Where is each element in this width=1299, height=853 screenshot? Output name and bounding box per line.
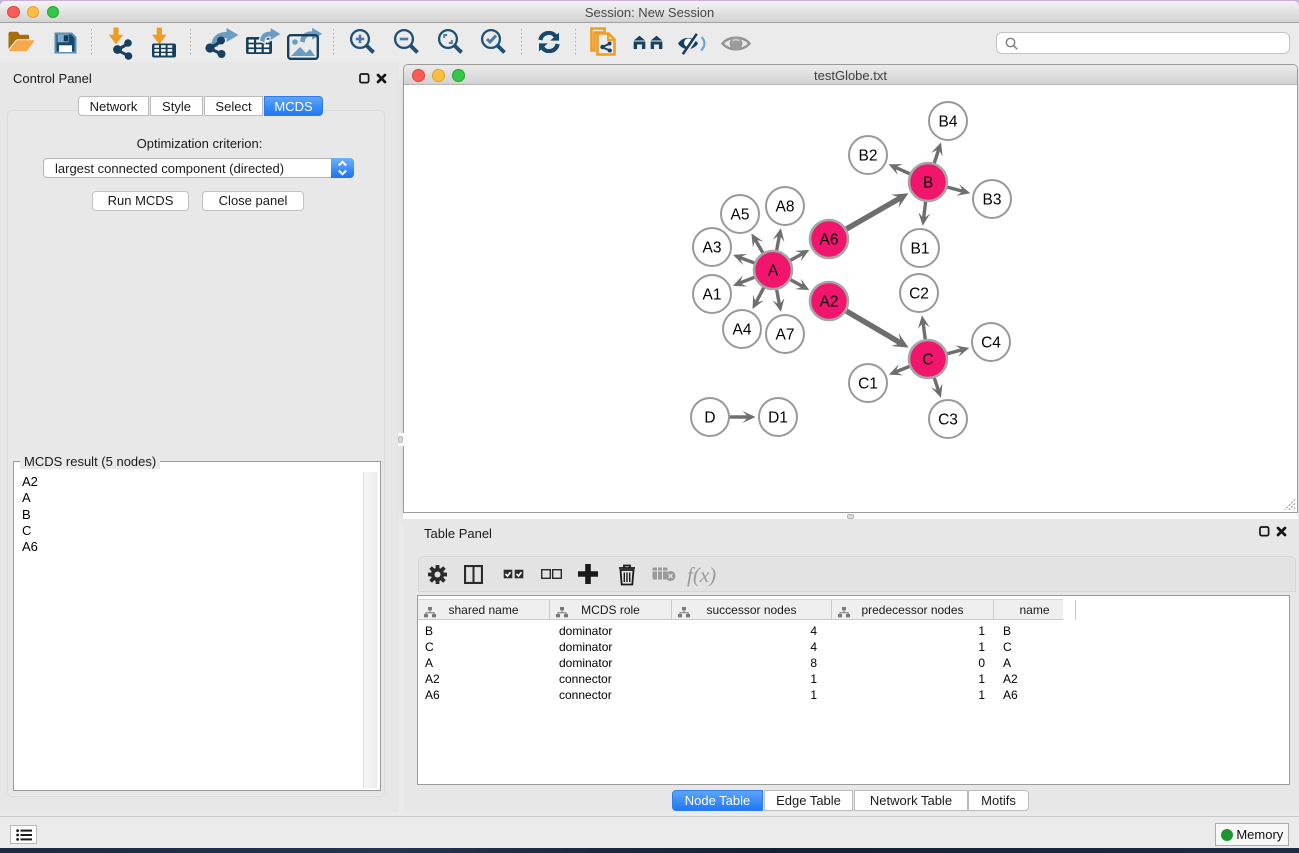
- svg-text:A2: A2: [819, 293, 838, 310]
- svg-text:A3: A3: [702, 239, 721, 256]
- svg-text:A4: A4: [732, 321, 751, 338]
- svg-text:B2: B2: [858, 147, 877, 164]
- svg-text:B3: B3: [982, 191, 1001, 208]
- svg-text:D: D: [704, 409, 715, 426]
- svg-text:A: A: [767, 262, 778, 279]
- svg-text:A1: A1: [702, 286, 721, 303]
- svg-text:B1: B1: [910, 240, 929, 257]
- svg-text:A7: A7: [775, 326, 794, 343]
- svg-text:C3: C3: [938, 411, 958, 428]
- svg-text:A6: A6: [819, 231, 838, 248]
- svg-text:C4: C4: [981, 334, 1001, 351]
- svg-text:C1: C1: [858, 375, 878, 392]
- svg-text:C2: C2: [909, 285, 929, 302]
- svg-text:D1: D1: [768, 409, 788, 426]
- svg-text:B4: B4: [938, 113, 957, 130]
- svg-text:A5: A5: [730, 206, 749, 223]
- svg-text:A8: A8: [775, 198, 794, 215]
- svg-text:C: C: [922, 351, 933, 368]
- svg-text:B: B: [922, 174, 932, 191]
